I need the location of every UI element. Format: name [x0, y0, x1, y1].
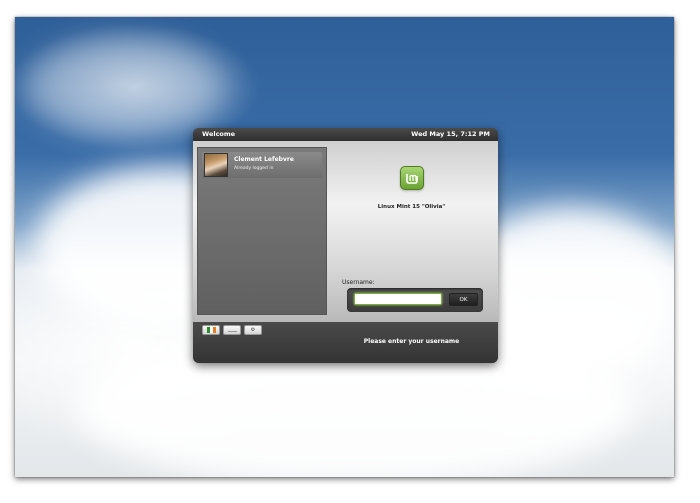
mint-mark-icon [406, 174, 418, 184]
gear-icon: ⚙ [250, 327, 256, 333]
avatar [204, 153, 228, 177]
bottom-bar: ⚙ Please enter your username [193, 322, 498, 363]
session-button[interactable] [223, 325, 241, 335]
dialog-content: Clement Lefebvre Already logged in Linux… [193, 141, 498, 322]
username-input[interactable] [354, 293, 442, 305]
cloud-decoration [25, 37, 225, 137]
linux-mint-logo-icon [400, 166, 424, 190]
ok-button[interactable]: OK [449, 293, 478, 306]
user-list: Clement Lefebvre Already logged in [197, 147, 327, 315]
username-input-group: OK [347, 288, 483, 312]
user-list-item[interactable]: Clement Lefebvre Already logged in [202, 152, 322, 178]
session-icon [227, 331, 237, 332]
status-message: Please enter your username [363, 338, 460, 345]
language-button[interactable] [202, 325, 220, 335]
user-status: Already logged in [234, 166, 274, 171]
dialog-titlebar: Welcome Wed May 15, 7:12 PM [193, 128, 498, 141]
user-name: Clement Lefebvre [234, 156, 294, 163]
clock: Wed May 15, 7:12 PM [411, 130, 490, 138]
username-label: Username: [342, 279, 375, 286]
login-dialog: Welcome Wed May 15, 7:12 PM Clement Lefe… [193, 128, 498, 363]
os-name: Linux Mint 15 "Olivia" [377, 204, 446, 210]
power-button[interactable]: ⚙ [244, 325, 262, 335]
dialog-title: Welcome [202, 130, 236, 138]
flag-stripe [213, 327, 216, 333]
